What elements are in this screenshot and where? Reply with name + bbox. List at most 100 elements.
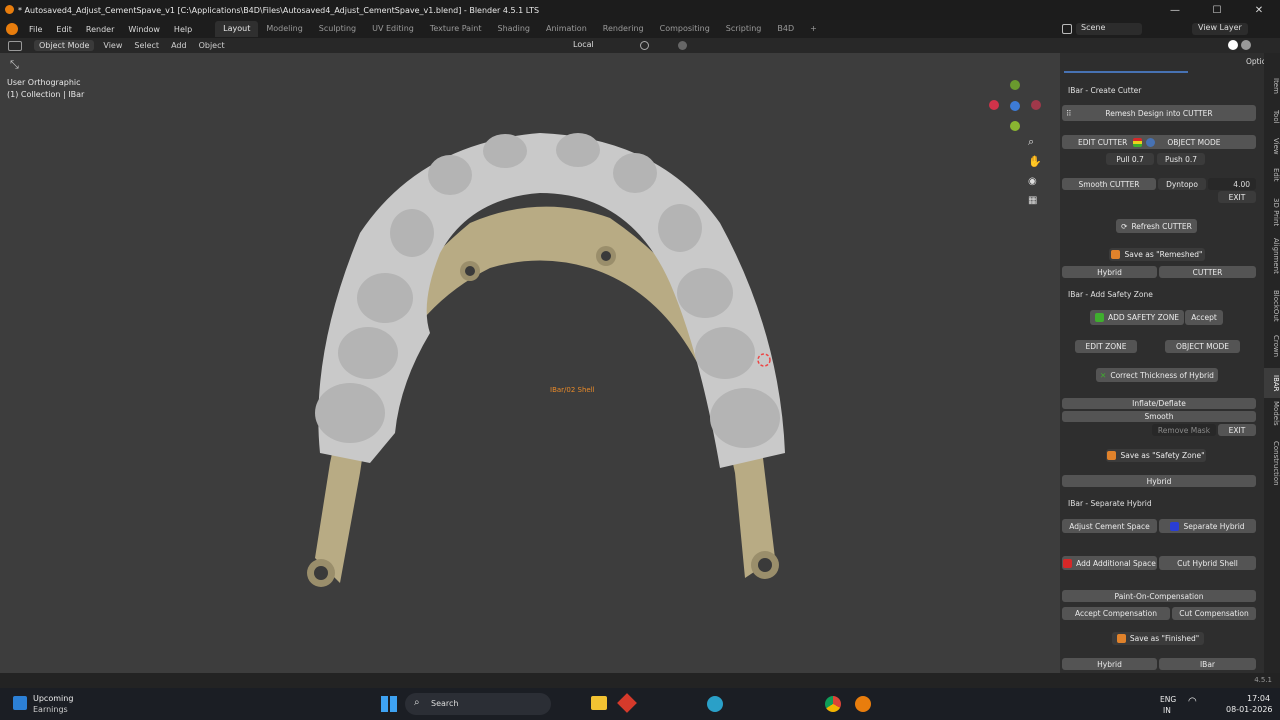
orientation-selector[interactable]: Local [573, 40, 594, 49]
app-red-icon[interactable] [617, 693, 637, 713]
close-button[interactable]: ✕ [1238, 0, 1280, 20]
snap-icon[interactable] [640, 41, 649, 50]
chrome-icon[interactable] [825, 696, 841, 712]
maximize-button[interactable]: ☐ [1196, 0, 1238, 20]
menu-edit[interactable]: Edit [49, 25, 79, 34]
clock-date[interactable]: 08-01-2026 [1226, 705, 1273, 714]
tab-item[interactable]: Item [1264, 78, 1280, 94]
pull-button[interactable]: Pull 0.7 [1106, 153, 1154, 165]
menu-object[interactable]: Object [193, 41, 231, 50]
adjust-cement-space-button[interactable]: Adjust Cement Space [1062, 519, 1157, 533]
hybrid-final-button[interactable]: Hybrid [1062, 658, 1157, 670]
lang-primary[interactable]: ENG [1160, 695, 1176, 704]
shading-material-icon[interactable] [1241, 40, 1251, 50]
menu-file[interactable]: File [22, 25, 49, 34]
pan-icon[interactable]: ✋ [1028, 155, 1042, 168]
remove-mask-button[interactable]: Remove Mask [1152, 424, 1216, 436]
menu-add[interactable]: Add [165, 41, 193, 50]
accept-compensation-button[interactable]: Accept Compensation [1062, 607, 1170, 620]
accept-button[interactable]: Accept [1185, 310, 1223, 325]
section-separate-hybrid[interactable]: IBar - Separate Hybrid [1068, 499, 1152, 508]
edit-cutter-button[interactable]: EDIT CUTTER OBJECT MODE [1062, 135, 1256, 149]
windows-start-icon[interactable] [381, 696, 397, 712]
exit-zone-button[interactable]: EXIT [1218, 424, 1256, 436]
lang-secondary[interactable]: IN [1163, 706, 1171, 715]
refresh-cutter-button[interactable]: ⟳ Refresh CUTTER [1116, 219, 1197, 233]
menu-select[interactable]: Select [128, 41, 165, 50]
inflate-deflate-button[interactable]: Inflate/Deflate [1062, 398, 1256, 409]
ibar-final-button[interactable]: IBar [1159, 658, 1256, 670]
tab-3d-print[interactable]: 3D Print [1264, 198, 1280, 226]
tab-alignment[interactable]: Alignment [1264, 238, 1280, 274]
save-safety-zone-button[interactable]: Save as "Safety Zone" [1106, 449, 1206, 462]
edge-icon[interactable] [707, 696, 723, 712]
clock-time[interactable]: 17:04 [1247, 694, 1270, 703]
separate-hybrid-button[interactable]: Separate Hybrid [1159, 519, 1256, 533]
menu-window[interactable]: Window [121, 25, 167, 34]
dental-model[interactable] [0, 53, 1060, 673]
add-additional-space-button[interactable]: Add Additional Space [1062, 556, 1157, 570]
paint-on-compensation-button[interactable]: Paint-On-Compensation [1062, 590, 1256, 602]
tab-blockout[interactable]: BlockOut [1264, 290, 1280, 322]
section-safety-zone[interactable]: IBar - Add Safety Zone [1068, 290, 1153, 299]
minimize-button[interactable]: — [1154, 0, 1196, 20]
tab-sculpting[interactable]: Sculpting [311, 21, 364, 37]
tab-ibar[interactable]: IBAR [1264, 368, 1280, 398]
tab-edit[interactable]: Edit [1264, 168, 1280, 182]
dyntopo-value[interactable]: 4.00 [1208, 178, 1256, 190]
tab-crown[interactable]: Crown [1264, 335, 1280, 357]
tab-view[interactable]: View [1264, 138, 1280, 155]
tab-uv-editing[interactable]: UV Editing [364, 21, 422, 37]
cut-hybrid-shell-button[interactable]: Cut Hybrid Shell [1159, 556, 1256, 570]
hybrid-button[interactable]: Hybrid [1062, 475, 1256, 487]
smooth-button[interactable]: Smooth [1062, 411, 1256, 422]
cutter-visibility-button[interactable]: CUTTER [1159, 266, 1256, 278]
add-safety-zone-button[interactable]: ADD SAFETY ZONE [1090, 310, 1184, 325]
mode-selector[interactable]: Object Mode [34, 40, 95, 51]
tab-layout[interactable]: Layout [215, 21, 259, 37]
zoom-icon[interactable]: ⌕ [1028, 135, 1034, 149]
add-workspace-button[interactable]: + [802, 21, 825, 37]
tab-texture-paint[interactable]: Texture Paint [422, 21, 490, 37]
tab-tool[interactable]: Tool [1264, 110, 1280, 124]
earnings-widget-icon[interactable] [13, 696, 27, 710]
tab-scripting[interactable]: Scripting [718, 21, 770, 37]
grid-icon[interactable]: ▦ [1028, 195, 1037, 206]
cut-compensation-button[interactable]: Cut Compensation [1172, 607, 1256, 620]
hybrid-visibility-button[interactable]: Hybrid [1062, 266, 1157, 278]
tab-models[interactable]: Models [1264, 401, 1280, 426]
menu-help[interactable]: Help [167, 25, 199, 34]
save-remeshed-button[interactable]: Save as "Remeshed" [1109, 248, 1205, 261]
tab-modeling[interactable]: Modeling [258, 21, 310, 37]
correct-thickness-button[interactable]: ✕ Correct Thickness of Hybrid [1096, 368, 1218, 382]
menu-view[interactable]: View [97, 41, 128, 50]
save-finished-button[interactable]: Save as "Finished" [1112, 632, 1204, 645]
exit-cutter-button[interactable]: EXIT [1218, 191, 1256, 203]
blender-taskbar-icon[interactable] [855, 696, 871, 712]
taskbar-search[interactable]: ⌕ Search [405, 693, 551, 715]
tab-animation[interactable]: Animation [538, 21, 595, 37]
3d-viewport[interactable]: ⤡ User Orthographic (1) Collection | IBa… [0, 53, 1060, 673]
blender-menu-icon[interactable] [6, 23, 18, 35]
tab-shading[interactable]: Shading [489, 21, 538, 37]
section-create-cutter[interactable]: IBar - Create Cutter [1068, 86, 1141, 95]
edit-zone-button[interactable]: EDIT ZONE [1075, 340, 1137, 353]
file-explorer-icon[interactable] [591, 696, 607, 710]
tab-b4d[interactable]: B4D [769, 21, 802, 37]
scene-selector[interactable]: Scene [1076, 23, 1142, 35]
dyntopo-button[interactable]: Dyntopo [1158, 178, 1206, 190]
camera-icon[interactable]: ◉ [1028, 176, 1037, 187]
remesh-button[interactable]: ⠿ Remesh Design into CUTTER [1062, 105, 1256, 121]
push-button[interactable]: Push 0.7 [1157, 153, 1205, 165]
menu-render[interactable]: Render [79, 25, 121, 34]
shading-solid-icon[interactable] [1228, 40, 1238, 50]
editor-type-icon[interactable] [8, 40, 22, 51]
tab-compositing[interactable]: Compositing [652, 21, 718, 37]
tab-rendering[interactable]: Rendering [595, 21, 652, 37]
object-mode-zone-button[interactable]: OBJECT MODE [1165, 340, 1240, 353]
wifi-icon[interactable]: ◠ [1188, 696, 1197, 707]
view-layer-selector[interactable]: View Layer [1192, 23, 1248, 35]
proportional-icon[interactable] [678, 41, 687, 50]
tab-construction[interactable]: Construction [1264, 441, 1280, 486]
smooth-cutter-button[interactable]: Smooth CUTTER [1062, 178, 1156, 190]
